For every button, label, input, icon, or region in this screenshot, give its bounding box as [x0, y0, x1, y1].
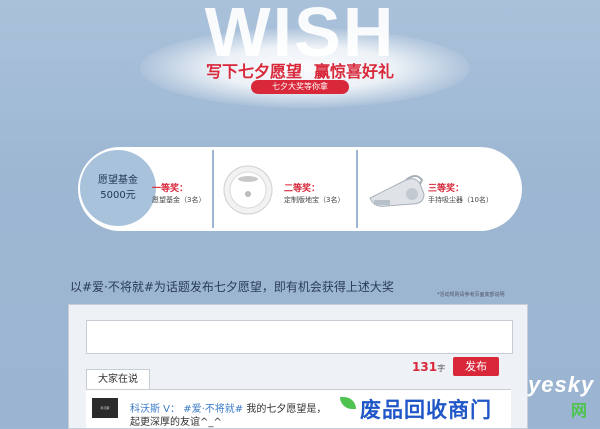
prize-rank-2: 二等奖： [284, 184, 321, 194]
publish-button[interactable]: 发布 [453, 357, 499, 376]
rules-note[interactable]: *活动规则请参考页面底部说明 [437, 291, 505, 298]
feed-post-line-2: 起更深厚的友谊^_^ [130, 417, 222, 428]
char-unit: 字 [437, 364, 446, 373]
fund-label: 愿望基金 [98, 175, 138, 186]
topic-text: 以#爱·不将就#为话题发布七夕愿望，即有机会获得上述大奖 [70, 280, 394, 294]
overlay-tail-mark: 网 [570, 401, 587, 420]
headline-part-a: 写下七夕愿望 [205, 62, 302, 81]
prize-desc-2: 定制版地宝（3名） [284, 196, 345, 204]
wish-textarea[interactable] [86, 320, 513, 354]
char-count: 131 [412, 360, 438, 374]
yesky-watermark: yesky [528, 372, 595, 397]
robot-vacuum-image [223, 165, 273, 215]
prize-pill: 七夕大奖等你拿 [251, 80, 349, 94]
fund-badge: 愿望基金 5000元 [80, 150, 156, 226]
char-counter: 131字 [412, 360, 445, 374]
overlay-watermark: 废品回收商门 [360, 398, 492, 422]
headline: 写下七夕愿望 赢惊喜好礼 [0, 58, 600, 82]
prize-rank-3: 三等奖： [428, 184, 465, 194]
fund-amount: 5000元 [100, 190, 136, 201]
prize-desc-1: 愿望基金（3名） [152, 196, 206, 204]
headline-part-b: 赢惊喜好礼 [314, 62, 395, 81]
avatar[interactable]: 科沃斯 [92, 398, 118, 418]
handheld-vacuum-image [369, 175, 425, 207]
prize-divider [356, 150, 358, 228]
post-text: 我的七夕愿望是， [246, 404, 327, 415]
prize-divider [212, 150, 214, 228]
tab-everyone-talking[interactable]: 大家在说 [86, 369, 150, 390]
prize-desc-3: 手持吸尘器（10名） [428, 196, 493, 204]
prize-rank-1: 一等奖： [152, 184, 189, 194]
